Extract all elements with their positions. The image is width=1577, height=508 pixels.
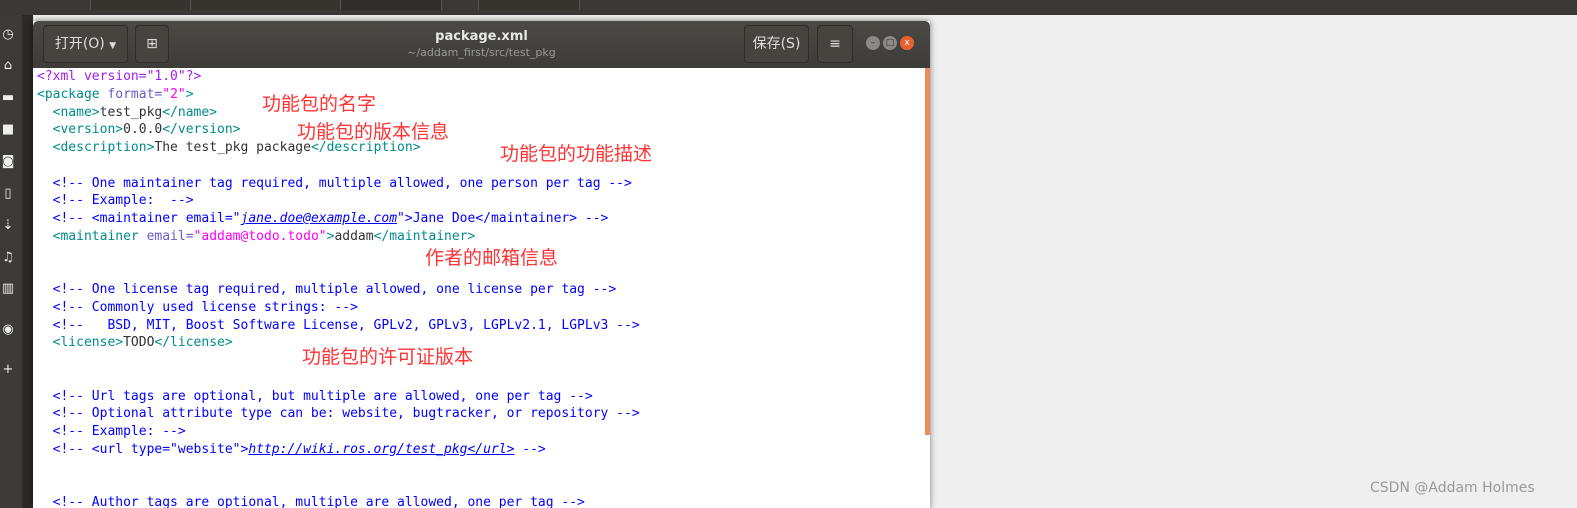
annotation-maintainer: 作者的邮箱信息 xyxy=(425,247,559,269)
folder-icon[interactable]: ▬ xyxy=(0,90,16,106)
code-line: <!-- Example: --> xyxy=(37,192,640,210)
code-token: format= xyxy=(107,86,163,102)
code-line: <!-- One maintainer tag required, multip… xyxy=(37,175,640,193)
code-token: <?xml version="1.0"?> xyxy=(37,69,202,84)
minimize-button[interactable]: – xyxy=(866,36,880,50)
code-token: <maintainer xyxy=(37,228,147,244)
code-token: <!-- <maintainer email=" xyxy=(37,211,241,226)
code-token: </version> xyxy=(162,122,241,138)
code-token: <!-- One maintainer tag required, multip… xyxy=(37,175,632,191)
code-line: <!-- Author tags are optional, multiple … xyxy=(37,494,640,508)
code-token: <!-- <url type="website"> xyxy=(37,441,249,457)
annotation-name: 功能包的名字 xyxy=(262,93,377,115)
top-panel xyxy=(0,0,1577,15)
code-line: <!-- <url type="website">http://wiki.ros… xyxy=(37,441,640,459)
code-token: > xyxy=(185,86,194,102)
menu-button[interactable]: ≡ xyxy=(817,25,853,63)
desktop-edge xyxy=(22,15,33,508)
home-icon[interactable]: ⌂ xyxy=(0,58,16,74)
code-token: --> xyxy=(514,441,546,457)
code-token[interactable]: http://wiki.ros.org/test_pkg</url> xyxy=(248,442,514,457)
background-tab[interactable] xyxy=(478,0,580,10)
disc-icon[interactable]: ◉ xyxy=(0,322,16,338)
add-icon[interactable]: + xyxy=(0,362,16,378)
code-line: <!-- <maintainer email="jane.doe@example… xyxy=(37,210,640,228)
code-line: <!-- BSD, MIT, Boost Software License, G… xyxy=(37,317,640,335)
annotation-version: 功能包的版本信息 xyxy=(297,121,450,143)
text-editor[interactable]: <?xml version="1.0"?> <package format="2"… xyxy=(33,68,930,508)
background-tab[interactable] xyxy=(190,0,342,10)
music-icon[interactable]: ♫ xyxy=(0,250,16,266)
code-line: <!-- Url tags are optional, but multiple… xyxy=(37,388,640,406)
clock-icon[interactable]: ◷ xyxy=(0,27,16,43)
code-token: The test_pkg package xyxy=(154,140,311,155)
code-token: <license> xyxy=(37,335,124,351)
code-token: TODO xyxy=(123,335,155,351)
code-token: addam xyxy=(334,228,374,244)
code-token: <!-- Example: --> xyxy=(37,193,194,209)
camera-icon[interactable]: ◙ xyxy=(0,154,16,170)
code-token: </name> xyxy=(162,104,218,120)
code-token: <!-- Url tags are optional, but multiple… xyxy=(37,388,593,404)
code-token: <!-- Commonly used license strings: --> xyxy=(37,299,358,315)
code-line: <!-- One license tag required, multiple … xyxy=(37,281,640,299)
save-button[interactable]: 保存(S) xyxy=(744,25,809,63)
code-token: <name> xyxy=(37,104,100,120)
trash-icon[interactable]: ▥ xyxy=(0,281,16,297)
close-button[interactable]: x xyxy=(900,36,914,50)
code-token: <!-- One license tag required, multiple … xyxy=(37,282,617,297)
code-token: <!-- Example: --> xyxy=(37,424,186,439)
code-token: <version> xyxy=(37,122,124,138)
code-line: <!-- Optional attribute type can be: web… xyxy=(37,405,640,423)
download-icon[interactable]: ⇣ xyxy=(0,218,16,234)
scrollbar[interactable] xyxy=(925,68,930,435)
annotation-description: 功能包的功能描述 xyxy=(500,143,653,165)
code-token: 0.0.0 xyxy=(123,122,163,138)
code-line: <!-- Commonly used license strings: --> xyxy=(37,299,640,317)
background-tab[interactable] xyxy=(340,0,442,10)
code-token: </maintainer> xyxy=(373,228,476,244)
document-icon[interactable]: ▯ xyxy=(0,186,16,202)
annotation-license: 功能包的许可证版本 xyxy=(302,346,474,368)
launcher-dock: ◷ ⌂ ▬ ■ ◙ ▯ ⇣ ♫ ▥ ◉ + xyxy=(0,15,22,508)
code-token: <description> xyxy=(37,140,155,155)
code-token: "2" xyxy=(162,86,186,102)
hamburger-icon: ≡ xyxy=(829,36,841,52)
code-token: "addam@todo.todo" xyxy=(193,228,327,244)
code-token: </license> xyxy=(154,335,233,351)
device-icon[interactable]: ■ xyxy=(0,122,16,138)
background-tab[interactable] xyxy=(90,0,192,10)
watermark: CSDN @Addam Holmes xyxy=(1370,480,1535,496)
code-token: <package xyxy=(37,86,108,102)
code-token: <!-- Optional attribute type can be: web… xyxy=(37,406,640,422)
code-line: <!-- Example: --> xyxy=(37,423,640,441)
code-token: <!-- Author tags are optional, multiple … xyxy=(37,495,585,508)
header-bar: 打开(O) ▼ ⊞ package.xml ~/addam_first/src/… xyxy=(33,21,930,68)
code-token: <!-- BSD, MIT, Boost Software License, G… xyxy=(37,317,640,333)
code-token: test_pkg xyxy=(99,104,163,120)
code-token: email= xyxy=(146,228,194,244)
maximize-button[interactable]: □ xyxy=(883,36,897,50)
code-token[interactable]: jane.doe@example.com xyxy=(241,211,398,226)
code-token: ">Jane Doe</maintainer> --> xyxy=(397,211,609,226)
code-line: <?xml version="1.0"?> xyxy=(37,68,640,86)
